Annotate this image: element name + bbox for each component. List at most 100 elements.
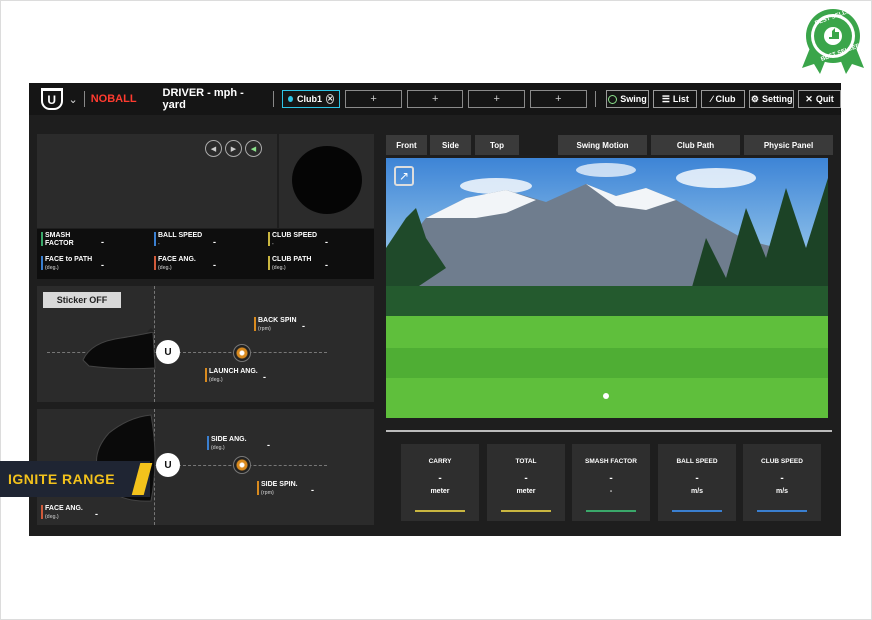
club-icon: ∕ xyxy=(711,94,713,104)
club-slot-add-2[interactable]: + xyxy=(406,90,464,108)
ball-speed-card: BALL SPEED - m/s xyxy=(658,444,736,521)
card-accent-line xyxy=(672,510,722,512)
tab-club-path[interactable]: Club Path xyxy=(651,135,740,155)
driver-head-side-image xyxy=(82,328,156,370)
face-to-path-label: FACE to PATH (deg.) xyxy=(45,256,93,271)
metric-bar xyxy=(41,256,43,270)
rewind-icon[interactable]: ◀ xyxy=(205,140,222,157)
play-circle-icon xyxy=(608,94,618,104)
card-unit: meter xyxy=(516,488,536,495)
swing-button[interactable]: Swing xyxy=(605,90,650,108)
card-value: - xyxy=(438,473,442,484)
club-slot-club1[interactable]: Club1 ✕ xyxy=(282,90,341,108)
card-label: BALL SPEED xyxy=(676,458,718,465)
total-card: TOTAL - meter xyxy=(487,444,565,521)
metric-bar xyxy=(41,232,43,246)
best-seller-badge: BEST SELLER BEST SELLER xyxy=(800,6,866,76)
session-title: DRIVER - mph - yard xyxy=(162,87,244,111)
back-spin-label: BACK SPIN (rpm) xyxy=(258,317,297,332)
club-button[interactable]: ∕ Club xyxy=(701,90,746,108)
setting-button-label: Setting xyxy=(761,94,793,104)
list-button-label: List xyxy=(672,94,689,104)
club-speed-card: CLUB SPEED - m/s xyxy=(743,444,821,521)
face-ang-label: FACE ANG. (deg.) xyxy=(45,505,83,520)
face-impact-panel: ◀ ▶ ◀ xyxy=(37,134,277,228)
ball-speed-value: - xyxy=(213,237,216,247)
card-unit: m/s xyxy=(690,488,704,495)
metric-bar xyxy=(254,317,256,331)
side-spin-label: SIDE SPIN. (rpm) xyxy=(261,481,298,496)
club-slot-add-4[interactable]: + xyxy=(530,90,587,108)
metric-bar xyxy=(154,256,156,270)
divider xyxy=(83,91,85,107)
metric-bar xyxy=(41,505,43,519)
side-spin-value: - xyxy=(311,485,314,495)
face-ang-label: FACE ANG. (deg.) xyxy=(158,256,196,271)
banner-slash-shape xyxy=(131,463,153,495)
ball-speed-label: BALL SPEED - xyxy=(158,232,203,247)
club-button-label: Club xyxy=(715,94,736,104)
tab-swing-motion[interactable]: Swing Motion xyxy=(558,135,647,155)
card-label: CLUB SPEED xyxy=(761,458,803,465)
card-accent-line xyxy=(757,510,807,512)
smash-factor-card: SMASH FACTOR - - xyxy=(572,444,650,521)
gear-icon: ⚙ xyxy=(750,93,759,104)
card-value: - xyxy=(780,473,784,484)
play-icon[interactable]: ◀ xyxy=(245,140,262,157)
range-view: ↗ xyxy=(386,158,828,418)
club-slot-label: Club1 xyxy=(297,94,323,104)
banner-text: IGNITE RANGE xyxy=(8,471,116,487)
ball-preview-circle xyxy=(292,146,362,214)
card-label: CARRY xyxy=(428,458,452,465)
metric-bar xyxy=(205,368,207,382)
playback-controls: ◀ ▶ ◀ xyxy=(205,140,262,157)
sticker-toggle-button[interactable]: Sticker OFF xyxy=(43,292,121,308)
club-path-label: CLUB PATH (deg.) xyxy=(272,256,312,271)
chevron-down-icon[interactable]: ⌄ xyxy=(69,93,78,106)
ball-target-icon xyxy=(233,344,251,362)
brand-logo-icon: U xyxy=(41,88,63,110)
brand-ball-icon: U xyxy=(156,453,180,477)
launch-ang-value: - xyxy=(263,372,266,382)
list-button[interactable]: ☰ List xyxy=(653,90,698,108)
range-scene-image xyxy=(386,163,828,418)
quit-button-label: Quit xyxy=(815,94,834,104)
smash-factor-value: - xyxy=(101,237,104,247)
club-slot-add-3[interactable]: + xyxy=(468,90,526,108)
card-value: - xyxy=(609,473,613,484)
list-icon: ☰ xyxy=(661,93,670,104)
card-unit: - xyxy=(609,488,613,495)
face-ang-value: - xyxy=(95,509,98,519)
ball-preview-panel xyxy=(279,134,374,228)
card-label: SMASH FACTOR xyxy=(585,458,637,465)
expand-icon[interactable]: ↗ xyxy=(394,166,414,186)
tab-physic-panel[interactable]: Physic Panel xyxy=(744,135,833,155)
club-path-value: - xyxy=(325,260,328,270)
metric-bar xyxy=(154,232,156,246)
tab-front[interactable]: Front xyxy=(386,135,427,155)
swing-button-label: Swing xyxy=(620,94,647,104)
forward-icon[interactable]: ▶ xyxy=(225,140,242,157)
active-dot-icon xyxy=(288,96,294,102)
face-ang-value: - xyxy=(213,260,216,270)
quit-icon: ✕ xyxy=(805,93,813,104)
close-icon[interactable]: ✕ xyxy=(326,94,335,104)
card-unit: m/s xyxy=(775,488,789,495)
card-value: - xyxy=(695,473,699,484)
metric-bar xyxy=(207,436,209,450)
quit-button[interactable]: ✕ Quit xyxy=(798,90,841,108)
ignite-range-banner: IGNITE RANGE xyxy=(0,461,153,497)
brand-ball-icon: U xyxy=(156,340,180,364)
metric-bar xyxy=(268,256,270,270)
setting-button[interactable]: ⚙ Setting xyxy=(749,90,795,108)
divider xyxy=(594,91,596,107)
side-view-panel: Sticker OFF U BACK SPIN (rpm) - LAUNCH AN… xyxy=(37,286,374,402)
club-speed-value: - xyxy=(325,237,328,247)
side-ang-value: - xyxy=(267,440,270,450)
side-ang-label: SIDE ANG. (deg.) xyxy=(211,436,247,451)
club-slot-add-1[interactable]: + xyxy=(345,90,402,108)
tab-side[interactable]: Side xyxy=(430,135,471,155)
card-accent-line xyxy=(501,510,551,512)
tab-top[interactable]: Top xyxy=(475,135,519,155)
ball-target-icon xyxy=(233,456,251,474)
